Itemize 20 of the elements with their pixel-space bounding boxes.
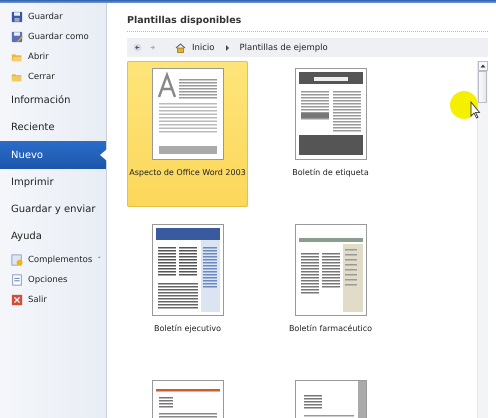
menu-command[interactable]: Abrir — [0, 47, 106, 67]
menu-command[interactable]: Salir — [0, 290, 106, 310]
menu-tab[interactable]: Ayuda — [0, 223, 106, 250]
menu-tab[interactable]: Nuevo — [0, 141, 106, 169]
menu-tab[interactable]: Información — [0, 87, 106, 114]
section-title: Plantillas disponibles — [127, 15, 488, 32]
menu-tab[interactable]: Imprimir — [0, 169, 106, 196]
menu-command[interactable]: Cerrar — [0, 67, 106, 87]
menu-tab[interactable]: Reciente — [0, 114, 106, 141]
breadcrumb-link[interactable]: Inicio — [192, 42, 214, 52]
breadcrumb-link[interactable]: Plantillas de ejemplo — [240, 42, 328, 52]
template-tile[interactable]: Boletín ejecutivo — [127, 217, 248, 363]
template-tile[interactable]: Boletín de etiqueta — [270, 61, 391, 207]
menu-tab[interactable]: Guardar y enviar — [0, 196, 106, 223]
menu-command[interactable]: Guardar como — [0, 27, 106, 47]
menu-command[interactable]: Complementos ˇ — [0, 250, 106, 270]
template-tile[interactable]: Aspecto de Office Word 2003 — [127, 61, 248, 207]
template-tile[interactable]: Boletín farmacéutico — [270, 217, 391, 363]
menu-command[interactable]: Opciones — [0, 270, 106, 290]
menu-command[interactable]: Guardar — [0, 7, 106, 27]
